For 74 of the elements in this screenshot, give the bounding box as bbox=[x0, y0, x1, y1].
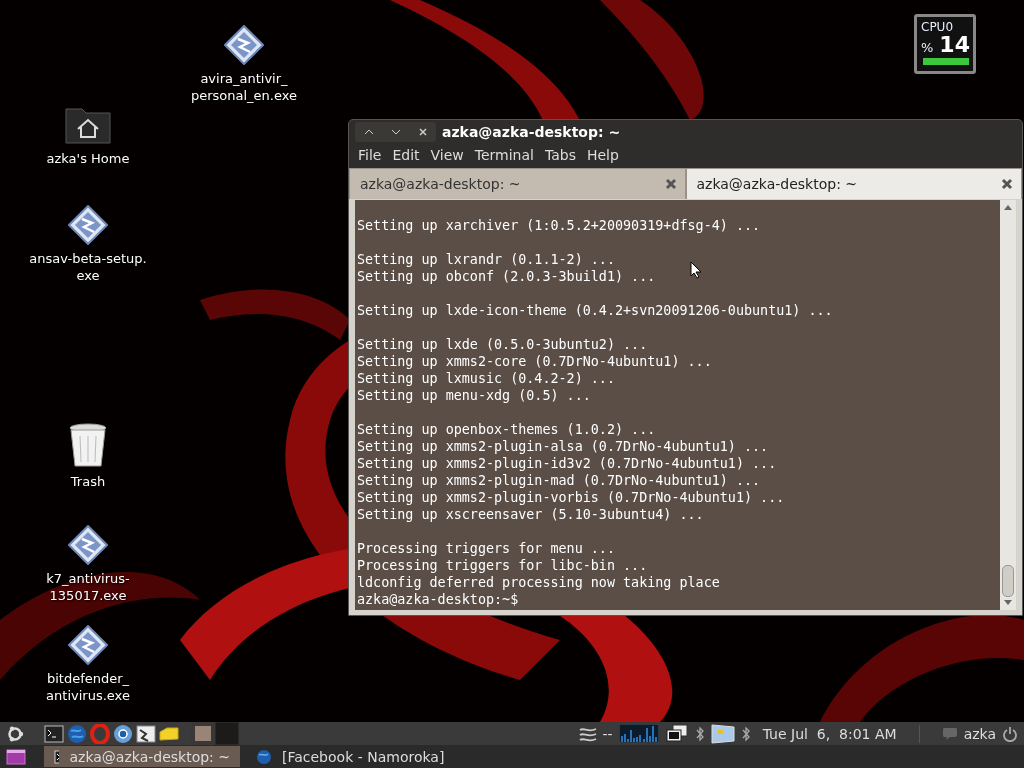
scroll-down-icon[interactable] bbox=[1003, 599, 1013, 607]
executable-file-icon[interactable] bbox=[68, 205, 108, 245]
taskbar-button[interactable]: azka@azka-desktop: ~ bbox=[44, 746, 240, 767]
close-icon bbox=[418, 127, 427, 136]
workspace-button[interactable] bbox=[191, 722, 215, 745]
desktop-icon-label: Trash bbox=[70, 473, 106, 490]
terminal-line: Processing triggers for libc-bin ... bbox=[357, 557, 648, 574]
terminal-line: Setting up xmms2-plugin-vorbis (0.7DrNo-4ubuntu1) ... bbox=[357, 489, 785, 506]
terminal-line: Setting up obconf (2.0.3-3build1) ... bbox=[357, 268, 656, 285]
menu-item[interactable]: View bbox=[425, 144, 470, 165]
image-viewer-icon[interactable] bbox=[710, 723, 735, 744]
scrollbar-thumb[interactable] bbox=[1002, 565, 1014, 597]
menu-item[interactable]: Help bbox=[581, 144, 625, 165]
app-menu-icon[interactable] bbox=[6, 748, 26, 765]
cpu-usage-value: 14 bbox=[939, 35, 970, 55]
cpu-usage-bar bbox=[923, 58, 969, 65]
terminal-line: Setting up menu-xdg (0.5) ... bbox=[357, 387, 591, 404]
terminal-prompt: azka@azka-desktop:~$ bbox=[357, 591, 519, 608]
globe-icon bbox=[256, 748, 272, 765]
trash-icon[interactable] bbox=[68, 422, 108, 468]
close-tab-icon[interactable] bbox=[664, 178, 677, 190]
terminal-line: ldconfig deferred processing now taking place bbox=[357, 574, 720, 591]
close-tab-icon[interactable] bbox=[1001, 178, 1013, 190]
desktop-icon-label: ansav-beta-setup. exe bbox=[29, 250, 147, 284]
terminal-launcher-icon[interactable] bbox=[44, 724, 64, 743]
network-status: -- bbox=[602, 725, 613, 742]
user-name[interactable]: azka bbox=[963, 725, 996, 742]
editor-launcher-icon[interactable] bbox=[136, 723, 156, 744]
terminal-line: Processing triggers for menu ... bbox=[357, 540, 615, 557]
terminal-line: Setting up xmms2-plugin-id3v2 (0.7DrNo-4ubuntu1) ... bbox=[357, 455, 777, 472]
wireless-waves-icon[interactable] bbox=[578, 725, 597, 742]
bluetooth-icon[interactable] bbox=[694, 725, 705, 742]
executable-file-icon[interactable] bbox=[68, 525, 108, 565]
desktop-icon-label: k7_antivirus- 135017.exe bbox=[46, 570, 130, 604]
caret-down-icon bbox=[390, 128, 401, 135]
menu-item[interactable]: Terminal bbox=[469, 144, 540, 165]
cpu-unit: % bbox=[921, 40, 934, 55]
window-title: azka@azka-desktop: ~ bbox=[442, 123, 621, 140]
mouse-pointer-icon bbox=[690, 261, 702, 279]
terminal-line: Setting up xmms2-core (0.7DrNo-4ubuntu1) ... bbox=[357, 353, 712, 370]
cpu-label: CPU0 bbox=[921, 20, 955, 34]
executable-file-icon[interactable] bbox=[68, 625, 108, 665]
ubuntu-logo-icon[interactable] bbox=[6, 724, 24, 743]
desktop-icon-label: azka's Home bbox=[46, 150, 130, 167]
chromium-launcher-icon[interactable] bbox=[113, 723, 133, 744]
bluetooth-icon[interactable] bbox=[740, 725, 751, 742]
terminal-line: Setting up lxde-icon-theme (0.4.2+svn20091206-0ubuntu1) ... bbox=[357, 302, 833, 319]
terminal-line: Setting up xmms2-plugin-mad (0.7DrNo-4ubuntu1) ... bbox=[357, 472, 761, 489]
menu-item[interactable]: Edit bbox=[387, 144, 426, 165]
terminal-line: Setting up openbox-themes (1.0.2) ... bbox=[357, 421, 656, 438]
home-folder-icon[interactable] bbox=[64, 105, 112, 145]
terminal-line: Setting up xarchiver (1:0.5.2+20090319+dfsg-4) ... bbox=[357, 217, 761, 234]
scroll-up-icon[interactable] bbox=[1003, 203, 1013, 211]
menu-item[interactable]: File bbox=[353, 144, 388, 165]
terminal-icon bbox=[54, 749, 60, 764]
terminal-line: Setting up lxrandr (0.1.1-2) ... bbox=[357, 251, 615, 268]
caret-up-icon bbox=[363, 128, 374, 135]
terminal-tab[interactable]: azka@azka-desktop: ~ bbox=[685, 168, 1022, 199]
terminal-line: Setting up xscreensaver (5.10-3ubuntu4) ... bbox=[357, 506, 704, 523]
terminal-tab[interactable]: azka@azka-desktop: ~ bbox=[349, 168, 686, 199]
clock[interactable]: Tue Jul 6, 8:01 AM bbox=[762, 725, 897, 742]
desktop-icon-label: bitdefender_ antivirus.exe bbox=[46, 670, 130, 704]
taskbar-button[interactable]: [Facebook - Namoroka] bbox=[246, 746, 455, 767]
folder-launcher-icon[interactable] bbox=[159, 725, 179, 742]
executable-file-icon[interactable] bbox=[224, 25, 264, 65]
power-icon[interactable] bbox=[1002, 725, 1018, 742]
displays-icon[interactable] bbox=[664, 723, 689, 744]
terminal-line: Setting up lxmusic (0.4.2-2) ... bbox=[357, 370, 615, 387]
globe-launcher-icon[interactable] bbox=[67, 723, 87, 744]
cpu-graph-icon bbox=[618, 724, 659, 743]
terminal-line: Setting up lxde (0.5.0-3ubuntu2) ... bbox=[357, 336, 648, 353]
terminal-line: Setting up xmms2-plugin-alsa (0.7DrNo-4ubuntu1) ... bbox=[357, 438, 769, 455]
menu-item[interactable]: Tabs bbox=[539, 144, 582, 165]
desktop-icon-label: avira_antivir_ personal_en.exe bbox=[190, 70, 298, 104]
